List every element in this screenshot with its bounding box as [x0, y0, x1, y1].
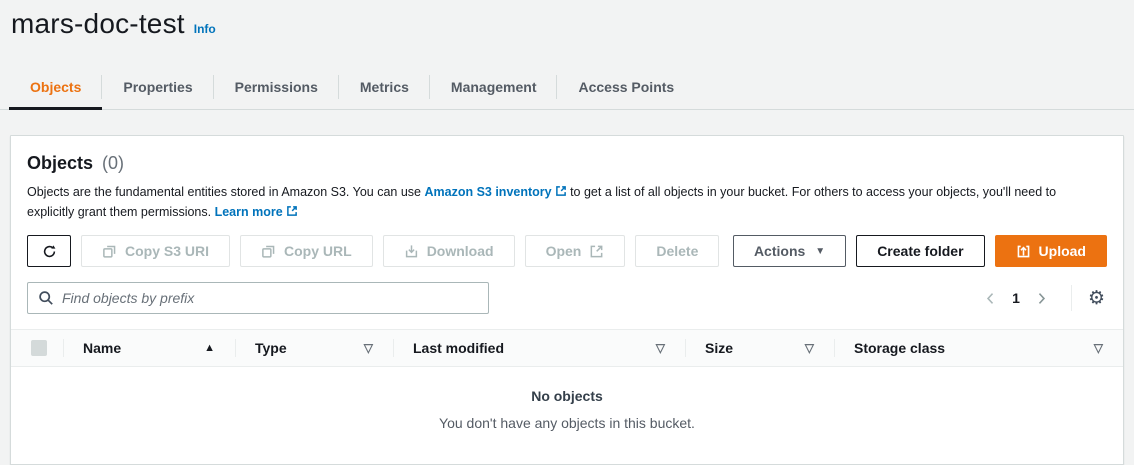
chevron-left-icon [984, 292, 997, 305]
current-page[interactable]: 1 [1003, 290, 1029, 306]
info-link[interactable]: Info [194, 22, 216, 36]
next-page-button[interactable] [1029, 285, 1055, 311]
download-icon [404, 244, 419, 259]
sort-icon: ▽ [656, 341, 665, 355]
description-text: Objects are the fundamental entities sto… [27, 185, 424, 199]
empty-state: No objects You don't have any objects in… [11, 367, 1123, 431]
panel-description: Objects are the fundamental entities sto… [27, 182, 1102, 222]
sort-icon: ▽ [805, 341, 814, 355]
empty-state-title: No objects [11, 388, 1123, 404]
tab-management[interactable]: Management [430, 67, 558, 109]
sort-icon: ▽ [1094, 341, 1103, 355]
sort-icon: ▽ [364, 341, 373, 355]
panel-header: Objects (0) Objects are the fundamental … [11, 136, 1123, 226]
copy-url-button[interactable]: Copy URL [240, 235, 373, 267]
column-header-storage-class[interactable]: Storage class ▽ [834, 330, 1123, 366]
create-folder-button[interactable]: Create folder [856, 235, 984, 267]
filter-row: 1 ⚙ [11, 280, 1123, 329]
select-all-cell [11, 330, 63, 366]
copy-icon [102, 244, 117, 259]
upload-icon [1016, 244, 1031, 259]
object-count: (0) [102, 153, 124, 173]
table-header: Name ▲ Type ▽ Last modified ▽ Size ▽ Sto… [11, 329, 1123, 367]
actions-button[interactable]: Actions ▼ [733, 235, 846, 267]
tab-bar: Objects Properties Permissions Metrics M… [0, 67, 1134, 110]
search-icon [38, 290, 54, 306]
caret-down-icon: ▼ [815, 246, 825, 257]
copy-s3-uri-button[interactable]: Copy S3 URI [81, 235, 230, 267]
page-title: mars-doc-test [11, 8, 185, 39]
external-link-icon [286, 203, 298, 215]
tab-properties[interactable]: Properties [102, 67, 213, 109]
open-button[interactable]: Open [525, 235, 626, 267]
column-header-name[interactable]: Name ▲ [63, 330, 235, 366]
pagination: 1 ⚙ [977, 285, 1107, 311]
select-all-checkbox[interactable] [31, 340, 47, 356]
search-box [27, 282, 489, 314]
download-button[interactable]: Download [383, 235, 515, 267]
objects-panel: Objects (0) Objects are the fundamental … [10, 135, 1124, 465]
pagination-divider [1071, 285, 1072, 311]
column-header-size[interactable]: Size ▽ [685, 330, 834, 366]
refresh-icon [42, 244, 57, 259]
chevron-right-icon [1035, 292, 1048, 305]
external-link-icon [555, 183, 567, 195]
empty-state-message: You don't have any objects in this bucke… [11, 415, 1123, 431]
upload-button[interactable]: Upload [995, 235, 1107, 267]
gear-icon: ⚙ [1088, 287, 1105, 309]
preferences-button[interactable]: ⚙ [1086, 287, 1107, 310]
tab-permissions[interactable]: Permissions [214, 67, 339, 109]
delete-button[interactable]: Delete [635, 235, 719, 267]
column-header-type[interactable]: Type ▽ [235, 330, 393, 366]
column-header-last-modified[interactable]: Last modified ▽ [393, 330, 685, 366]
external-link-icon [589, 244, 604, 259]
tab-metrics[interactable]: Metrics [339, 67, 430, 109]
refresh-button[interactable] [27, 235, 71, 267]
sort-ascending-icon: ▲ [204, 342, 215, 354]
tab-access-points[interactable]: Access Points [557, 67, 695, 109]
page-header: mars-doc-test Info [0, 0, 1134, 40]
panel-title: Objects [27, 153, 93, 173]
search-input[interactable] [27, 282, 489, 314]
s3-inventory-link[interactable]: Amazon S3 inventory [424, 185, 566, 199]
previous-page-button[interactable] [977, 285, 1003, 311]
learn-more-link[interactable]: Learn more [215, 205, 298, 219]
tab-objects[interactable]: Objects [9, 67, 102, 109]
copy-icon [261, 244, 276, 259]
toolbar: Copy S3 URI Copy URL Download Open Delet… [11, 226, 1123, 280]
